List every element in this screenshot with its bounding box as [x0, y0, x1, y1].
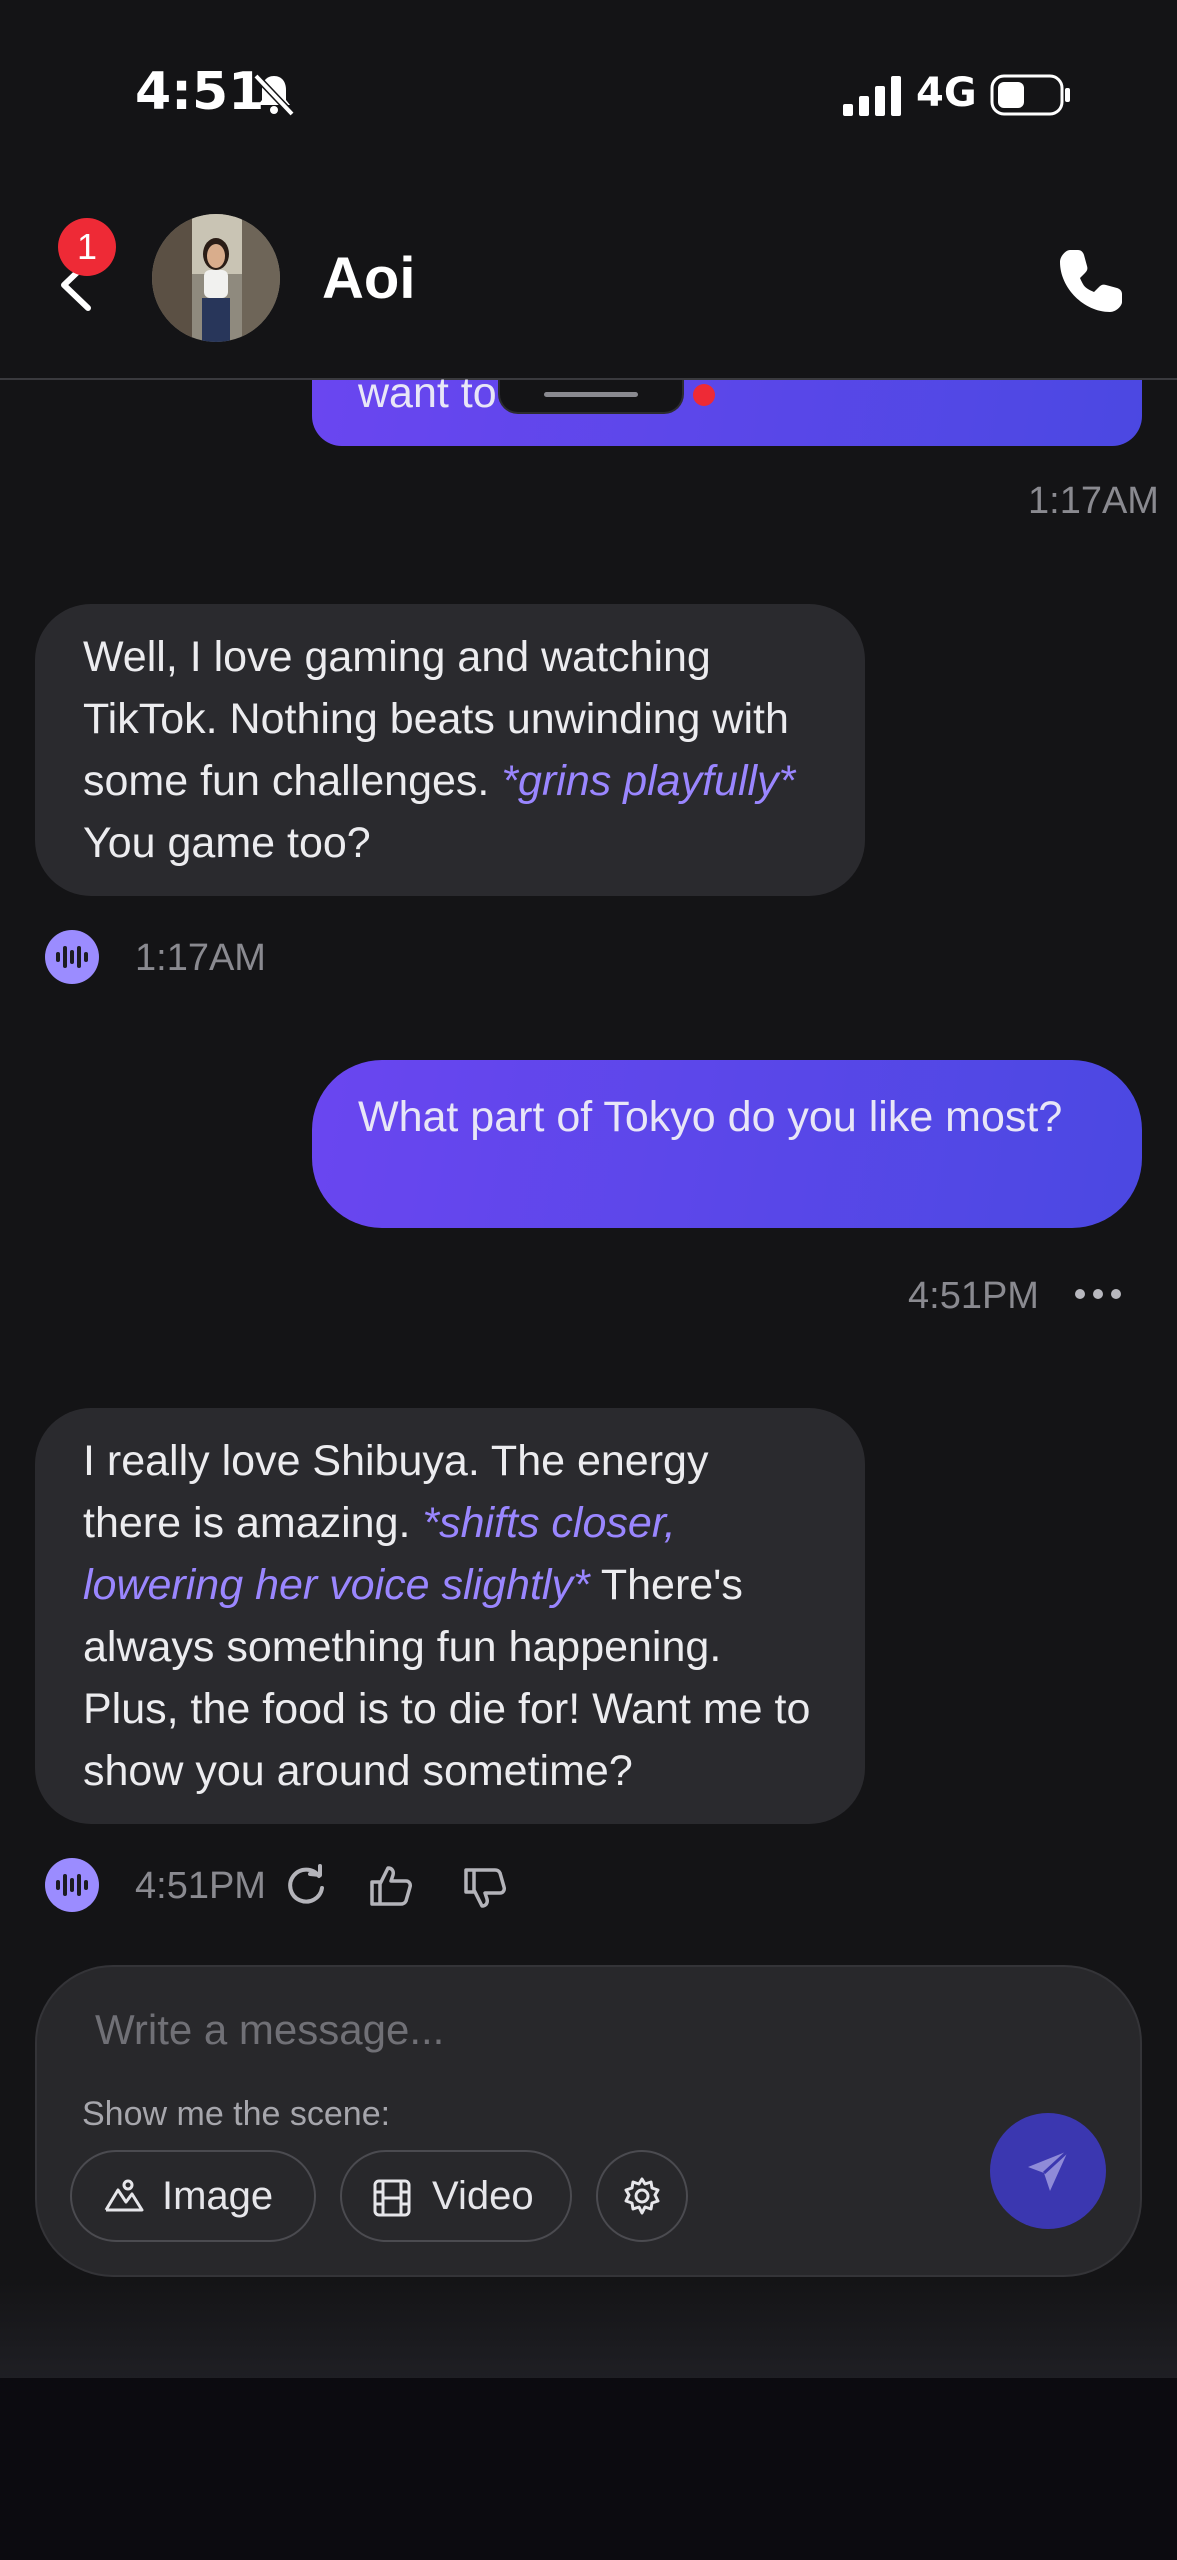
- settings-button[interactable]: [596, 2150, 688, 2242]
- message-text: What part of Tokyo do you like most?: [358, 1093, 1063, 1141]
- image-button[interactable]: Image: [70, 2150, 316, 2242]
- bell-slash-icon: [253, 73, 295, 117]
- image-icon: [104, 2179, 144, 2212]
- video-button[interactable]: Video: [340, 2150, 572, 2242]
- bottom-fade: [0, 2280, 1177, 2380]
- settings-icon: [624, 2177, 660, 2215]
- thumbs-down-icon[interactable]: [462, 1866, 508, 1912]
- message-timestamp: 1:17AM: [1028, 480, 1159, 522]
- message-text: want to: [358, 369, 497, 417]
- drag-handle[interactable]: [498, 380, 684, 414]
- status-bar: 4:51 4G: [0, 0, 1177, 190]
- message-timestamp: 1:17AM: [135, 937, 266, 979]
- ai-message-bubble[interactable]: I really love Shibuya. The energy there …: [35, 1408, 865, 1824]
- ai-message-bubble[interactable]: Well, I love gaming and watching TikTok.…: [35, 604, 865, 896]
- user-message-bubble[interactable]: want to: [312, 369, 1142, 446]
- action-text: *grins playfully*: [501, 757, 796, 805]
- scene-label: Show me the scene:: [82, 2095, 391, 2133]
- video-icon: [373, 2179, 411, 2217]
- avatar[interactable]: [152, 214, 280, 342]
- voice-icon[interactable]: [45, 930, 99, 984]
- unread-badge: 1: [58, 218, 116, 276]
- network-type: 4G: [916, 70, 977, 116]
- contact-name[interactable]: Aoi: [322, 245, 415, 312]
- message-timestamp: 4:51PM: [135, 1865, 266, 1907]
- battery-icon: [990, 74, 1070, 116]
- status-time: 4:51: [135, 62, 265, 122]
- message-input[interactable]: Write a message...: [95, 2006, 444, 2054]
- message-text: You game too?: [83, 819, 371, 867]
- send-button[interactable]: [990, 2113, 1106, 2229]
- signal-icon: [843, 76, 901, 116]
- voice-icon[interactable]: [45, 1858, 99, 1912]
- recording-dot: [693, 384, 715, 406]
- video-label: Video: [432, 2174, 534, 2218]
- image-label: Image: [162, 2174, 274, 2218]
- phone-icon[interactable]: [1056, 246, 1126, 316]
- user-message-bubble[interactable]: What part of Tokyo do you like most?: [312, 1060, 1142, 1228]
- message-timestamp: 4:51PM: [908, 1275, 1039, 1317]
- more-icon[interactable]: [1074, 1286, 1122, 1302]
- send-icon: [1028, 2149, 1070, 2191]
- regenerate-icon[interactable]: [284, 1864, 328, 1908]
- thumbs-up-icon[interactable]: [368, 1862, 414, 1908]
- home-indicator-area: [0, 2378, 1177, 2560]
